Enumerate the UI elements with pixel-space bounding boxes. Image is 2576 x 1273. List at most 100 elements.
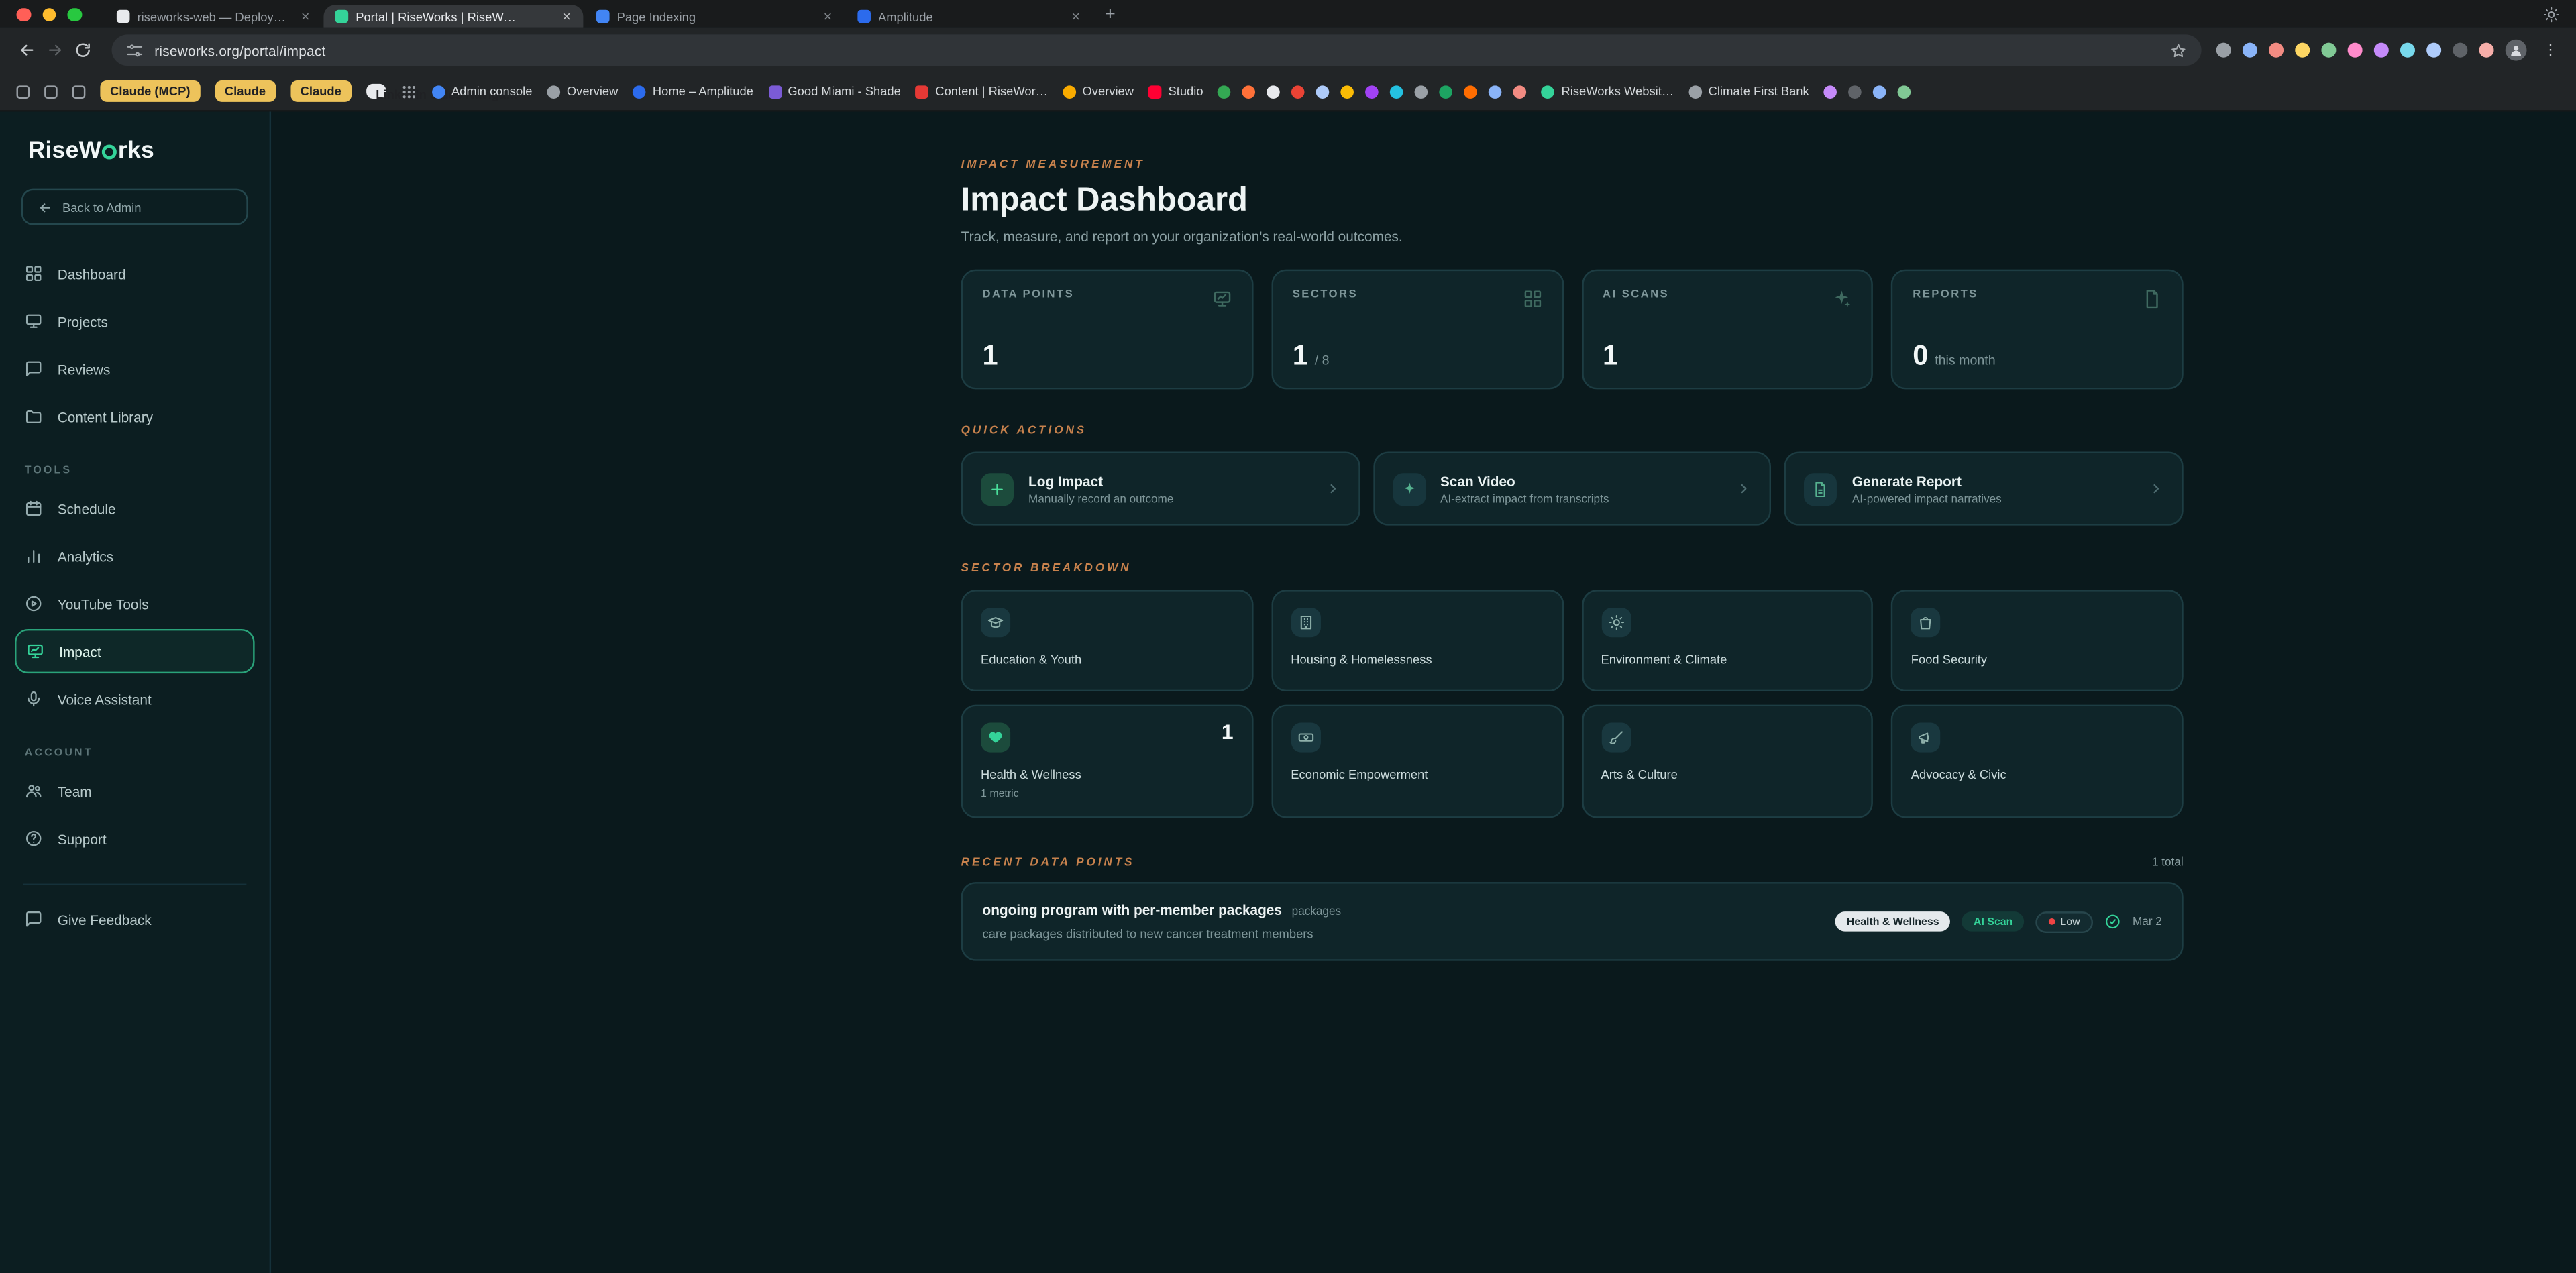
forward-icon[interactable] — [41, 36, 69, 64]
sector-card-food-security[interactable]: Food Security — [1891, 590, 2183, 691]
sidebar-item-support[interactable]: Support — [0, 815, 270, 863]
back-icon[interactable] — [13, 36, 42, 64]
scan-video-action[interactable]: Scan Video AI-extract impact from transc… — [1373, 451, 1772, 525]
bookmark-item[interactable]: Admin console — [432, 84, 533, 99]
new-tab-button[interactable]: + — [1091, 4, 1128, 23]
extension-icon[interactable] — [2321, 43, 2336, 58]
apps-grid-icon[interactable] — [400, 83, 417, 99]
back-to-admin-button[interactable]: Back to Admin — [21, 189, 248, 225]
sector-card-economic-empowerment[interactable]: Economic Empowerment — [1271, 705, 1563, 818]
bookmark-favicon[interactable] — [1218, 85, 1232, 98]
bookmark-favicon[interactable] — [1489, 85, 1503, 98]
bookmark-item[interactable]: Overview — [1063, 84, 1134, 99]
extension-icon[interactable] — [2243, 43, 2257, 58]
extension-icon[interactable] — [2295, 43, 2310, 58]
browser-menu-icon[interactable]: ⋮ — [2538, 43, 2563, 58]
sector-card-advocacy-civic[interactable]: Advocacy & Civic — [1891, 705, 2183, 818]
extension-icon[interactable] — [2269, 43, 2284, 58]
sector-card-education-youth[interactable]: Education & Youth — [961, 590, 1253, 691]
bookmark-favicon[interactable] — [1440, 85, 1453, 98]
tab-close-icon[interactable]: × — [824, 9, 833, 23]
extension-icon[interactable] — [2400, 43, 2415, 58]
close-window-button[interactable] — [16, 7, 30, 21]
tab-portal-riseworks[interactable]: Portal | RiseWorks | RiseW… × — [323, 5, 582, 27]
pinned-icon[interactable] — [44, 85, 58, 98]
bookmark-favicon[interactable] — [1848, 85, 1862, 98]
bookmark-item[interactable]: Home – Amplitude — [633, 84, 753, 99]
bookmark-favicon[interactable] — [1824, 85, 1837, 98]
bookmark-item[interactable]: Content | RiseWor… — [916, 84, 1048, 99]
bookmark-favicon[interactable] — [1292, 85, 1305, 98]
bookmark-favicon[interactable] — [1464, 85, 1478, 98]
reload-icon[interactable] — [69, 36, 97, 64]
sidebar-item-team[interactable]: Team — [0, 767, 270, 815]
bookmark-favicon[interactable] — [1317, 85, 1330, 98]
bookmark-favicon[interactable] — [1267, 85, 1281, 98]
tab-close-icon[interactable]: × — [301, 9, 310, 23]
bookmark-favicon[interactable] — [1391, 85, 1404, 98]
bookmark-star-icon[interactable] — [2170, 42, 2186, 58]
pinned-icon[interactable] — [16, 85, 30, 98]
sidebar-item-schedule[interactable]: Schedule — [0, 484, 270, 532]
bookmark-favicon[interactable] — [1415, 85, 1429, 98]
data-point-row[interactable]: ongoing program with per-member packages… — [982, 901, 2161, 941]
sidebar-item-youtube-tools[interactable]: YouTube Tools — [0, 579, 270, 627]
bookmark-item[interactable]: Climate First Bank — [1688, 84, 1809, 99]
sector-card-housing-homelessness[interactable]: Housing & Homelessness — [1271, 590, 1563, 691]
file-icon — [1805, 472, 1837, 505]
profile-avatar[interactable] — [2506, 40, 2527, 61]
stat-card-ai-scans: AI SCANS 1 — [1581, 270, 1873, 390]
give-feedback-button[interactable]: Give Feedback — [0, 895, 270, 943]
tab-group-chip[interactable]: LinkedIn Sales Naviga… — [366, 85, 386, 99]
log-impact-action[interactable]: Log Impact Manually record an outcome — [961, 451, 1360, 525]
address-bar[interactable]: riseworks.org/portal/impact — [112, 34, 2202, 66]
sidebar-item-projects[interactable]: Projects — [0, 297, 270, 345]
extension-icon[interactable] — [2348, 43, 2363, 58]
tab-group-chip[interactable]: Claude — [290, 80, 352, 102]
sidebar-item-content-library[interactable]: Content Library — [0, 392, 270, 440]
extension-icon[interactable] — [2426, 43, 2441, 58]
bookmark-item[interactable]: Good Miami - Shade — [768, 84, 901, 99]
site-settings-icon[interactable] — [127, 42, 143, 58]
sidebar-item-voice-assistant[interactable]: Voice Assistant — [0, 675, 270, 723]
extensions-area: ⋮ — [2216, 40, 2563, 61]
maximize-window-button[interactable] — [67, 7, 81, 21]
bookmark-favicon[interactable] — [1366, 85, 1379, 98]
generate-report-action[interactable]: Generate Report AI-powered impact narrat… — [1784, 451, 2183, 525]
extension-icon[interactable] — [2453, 43, 2467, 58]
tab-close-icon[interactable]: × — [562, 9, 571, 23]
sector-card-arts-culture[interactable]: Arts & Culture — [1581, 705, 1873, 818]
tab-amplitude[interactable]: Amplitude × — [845, 5, 1091, 27]
sector-card-health-wellness[interactable]: 1 Health & Wellness 1 metric — [961, 705, 1253, 818]
bookmark-item[interactable]: RiseWorks Websit… — [1542, 84, 1674, 99]
tab-close-icon[interactable]: × — [1071, 9, 1080, 23]
sidebar-item-dashboard[interactable]: Dashboard — [0, 250, 270, 297]
bookmark-favicon[interactable] — [1341, 85, 1354, 98]
sidebar-nav: Dashboard Projects Reviews Content Libra… — [0, 250, 270, 440]
tab-riseworks-web[interactable]: riseworks-web — Deploymen… × — [105, 5, 321, 27]
minimize-window-button[interactable] — [42, 7, 56, 21]
bookmark-favicon[interactable] — [1898, 85, 1911, 98]
sidebar-item-reviews[interactable]: Reviews — [0, 345, 270, 392]
bookmark-item[interactable]: Studio — [1148, 84, 1203, 99]
shopping-bag-icon — [1911, 608, 1941, 637]
tab-page-indexing[interactable]: Page Indexing × — [584, 5, 844, 27]
sector-card-environment-climate[interactable]: Environment & Climate — [1581, 590, 1873, 691]
sun-icon — [1601, 608, 1631, 637]
bookmark-favicon[interactable] — [1242, 85, 1256, 98]
bookmark-item[interactable]: Overview — [547, 84, 618, 99]
bookmark-favicon[interactable] — [1873, 85, 1886, 98]
sidebar-item-analytics[interactable]: Analytics — [0, 532, 270, 579]
tab-group-chip[interactable]: Claude — [215, 80, 276, 102]
sidebar-item-impact[interactable]: Impact — [15, 629, 255, 673]
url-text[interactable]: riseworks.org/portal/impact — [154, 42, 325, 58]
extension-icon[interactable] — [2374, 43, 2389, 58]
theme-icon[interactable] — [2543, 6, 2576, 22]
extension-icon[interactable] — [2479, 43, 2494, 58]
check-circle-icon — [2104, 914, 2121, 930]
extension-icon[interactable] — [2216, 43, 2231, 58]
pinned-icon[interactable] — [72, 85, 86, 98]
sector-name: Advocacy & Civic — [1911, 767, 2164, 782]
tab-group-chip[interactable]: Claude (MCP) — [100, 80, 200, 102]
bookmark-favicon[interactable] — [1513, 85, 1527, 98]
